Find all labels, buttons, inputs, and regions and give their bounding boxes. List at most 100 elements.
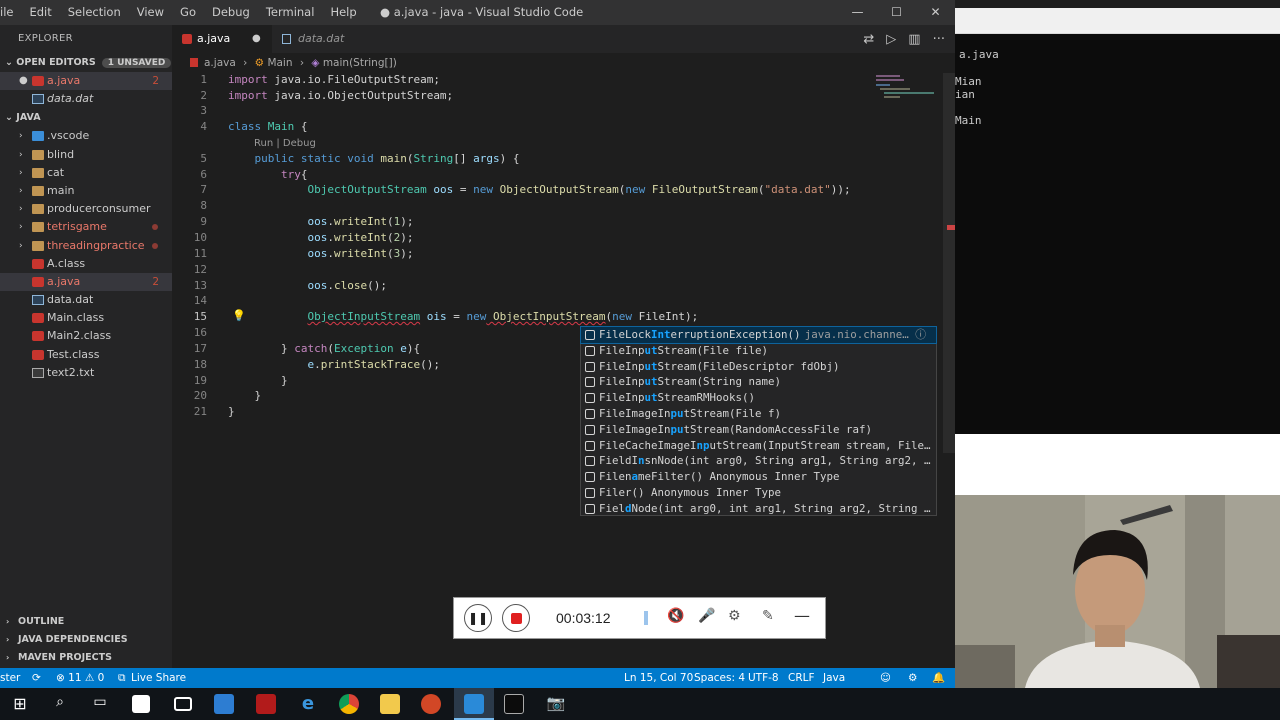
tab-data-dat[interactable]: data.dat xyxy=(272,25,370,53)
open-editors-header[interactable]: ⌄ OPEN EDITORS 1 UNSAVED xyxy=(0,53,172,72)
suggestion-item[interactable]: FileImageInputStream(File f) xyxy=(581,406,936,422)
suggestion-item[interactable]: FilenameFilter() Anonymous Inner Type xyxy=(581,469,936,485)
windows-start-icon[interactable]: ⊞ xyxy=(10,694,30,714)
run-icon[interactable]: ▷ xyxy=(886,32,896,47)
sync-icon[interactable]: ⟳ xyxy=(32,668,41,688)
tab-a-java[interactable]: a.java ● xyxy=(172,25,272,53)
menu-edit[interactable]: Edit xyxy=(21,0,59,25)
breadcrumb-class[interactable]: Main xyxy=(267,57,292,69)
suggestion-item[interactable]: FileCacheImageInputStream(InputStream st… xyxy=(581,438,936,454)
problems-indicator[interactable]: ⊗ 11 ⚠ 0 xyxy=(56,668,104,688)
task-view-icon[interactable]: ▭ xyxy=(90,694,110,714)
file-main2-class[interactable]: Main2.class xyxy=(0,327,172,345)
menu-go[interactable]: Go xyxy=(172,0,204,25)
settings-sync-icon[interactable]: ⚙ xyxy=(908,668,917,688)
file-data-dat[interactable]: data.dat xyxy=(0,291,172,309)
powerpoint-icon[interactable] xyxy=(421,694,441,714)
live-share-icon[interactable]: ⧉ xyxy=(118,668,126,688)
breadcrumb-method[interactable]: main(String[]) xyxy=(323,57,397,69)
suggestion-item[interactable]: FileInputStream(String name) xyxy=(581,374,936,390)
pause-button[interactable]: ❚❚ xyxy=(464,604,492,632)
file-text2-txt[interactable]: text2.txt xyxy=(0,364,172,382)
language-mode[interactable]: Java xyxy=(823,668,845,688)
branch-indicator[interactable]: ster xyxy=(0,668,20,688)
console-output[interactable]: a.java Mian ian Main xyxy=(955,34,1280,434)
app-grid-icon[interactable] xyxy=(214,694,234,714)
folder-icon xyxy=(32,131,44,142)
menu-view[interactable]: View xyxy=(129,0,172,25)
suggestion-match: ut xyxy=(644,343,658,357)
suggestion-item[interactable]: FileLockInterruptionException() java.nio.… xyxy=(580,326,937,344)
breadcrumb-file[interactable]: a.java xyxy=(204,57,236,69)
file-a-java[interactable]: a.java 2 xyxy=(0,272,172,292)
vscode-icon[interactable] xyxy=(464,694,484,714)
suggestion-text: Filer xyxy=(599,486,632,499)
outline-section[interactable]: › OUTLINE xyxy=(0,613,172,631)
line-ending[interactable]: CRLF xyxy=(788,668,815,688)
split-editor-icon[interactable]: ▥ xyxy=(908,32,920,47)
problem-count: 2 xyxy=(152,75,159,87)
file-main-class[interactable]: Main.class xyxy=(0,309,172,327)
java-folder-header[interactable]: ⌄ JAVA xyxy=(0,108,172,127)
code-lens-run-debug[interactable]: Run | Debug xyxy=(254,138,316,149)
editor-scrollbar[interactable] xyxy=(943,73,955,453)
folder-tetrisgame[interactable]: › tetrisgame xyxy=(0,218,172,236)
indentation[interactable]: Spaces: 4 xyxy=(694,668,745,688)
encoding[interactable]: UTF-8 xyxy=(748,668,779,688)
suggestion-item[interactable]: FileInputStream(FileDescriptor fdObj) xyxy=(581,359,936,375)
file-a-class[interactable]: A.class xyxy=(0,255,172,273)
search-icon[interactable]: ⌕ xyxy=(50,694,70,714)
microphone-icon[interactable]: 🎤 xyxy=(698,608,715,624)
folder-producerconsumer[interactable]: › producerconsumer xyxy=(0,200,172,218)
store-icon[interactable] xyxy=(132,695,150,713)
method-icon: ◈ xyxy=(311,57,320,69)
folder-vscode[interactable]: › .vscode xyxy=(0,127,172,145)
suggestion-item[interactable]: FileInputStream(File file) xyxy=(581,343,936,359)
folder-cat[interactable]: › cat xyxy=(0,164,172,182)
suggestion-item[interactable]: FileInputStreamRMHooks() xyxy=(581,390,936,406)
bell-icon[interactable]: 🔔 xyxy=(932,668,945,688)
mail-icon[interactable] xyxy=(174,697,192,711)
folder-main[interactable]: › main xyxy=(0,182,172,200)
menu-debug[interactable]: Debug xyxy=(204,0,258,25)
suggestion-item[interactable]: Filer() Anonymous Inner Type xyxy=(581,485,936,501)
unsaved-dot-icon[interactable]: ● xyxy=(252,25,261,53)
terminal-icon[interactable] xyxy=(504,694,524,714)
menu-selection[interactable]: Selection xyxy=(60,0,129,25)
pen-icon[interactable]: ✎ xyxy=(762,608,774,624)
cursor-position[interactable]: Ln 15, Col 70 xyxy=(624,668,693,688)
menu-help[interactable]: Help xyxy=(322,0,364,25)
more-icon[interactable]: ··· xyxy=(933,32,945,47)
suggestion-item[interactable]: FieldNode(int arg0, int arg1, String arg… xyxy=(581,501,936,517)
code-line-7: ObjectOutputStream oos = new ObjectOutpu… xyxy=(307,183,851,196)
file-test-class[interactable]: Test.class xyxy=(0,346,172,364)
open-editor-data-dat[interactable]: data.dat xyxy=(0,90,172,108)
line-number: 20 xyxy=(193,389,207,402)
suggestion-item[interactable]: FileImageInputStream(RandomAccessFile ra… xyxy=(581,422,936,438)
open-editor-a-java[interactable]: ● a.java 2 xyxy=(0,72,172,91)
menu-file[interactable]: ile xyxy=(0,0,21,25)
folder-threadingpractice[interactable]: › threadingpractice xyxy=(0,237,172,255)
maven-projects-section[interactable]: › MAVEN PROJECTS xyxy=(0,649,172,667)
menu-terminal[interactable]: Terminal xyxy=(258,0,323,25)
feedback-icon[interactable]: ☺ xyxy=(880,668,891,688)
camera-icon[interactable]: 📷 xyxy=(546,694,566,714)
game-app-icon[interactable] xyxy=(256,694,276,714)
chrome-icon[interactable] xyxy=(339,694,359,714)
java-dependencies-section[interactable]: › JAVA DEPENDENCIES xyxy=(0,631,172,649)
webcam-toggle-icon[interactable]: ⚙ xyxy=(728,608,741,624)
suggestion-item[interactable]: FieldInsnNode(int arg0, String arg1, Str… xyxy=(581,453,936,469)
edge-icon[interactable]: e xyxy=(298,694,318,714)
minimap[interactable] xyxy=(872,73,942,113)
compare-icon[interactable]: ⇄ xyxy=(863,32,874,47)
file-explorer-icon[interactable] xyxy=(380,694,400,714)
folder-blind[interactable]: › blind xyxy=(0,146,172,164)
minimize-recorder-icon[interactable]: — xyxy=(794,606,810,625)
live-share-button[interactable]: Live Share xyxy=(131,668,186,688)
stop-button[interactable] xyxy=(502,604,530,632)
suggestion-match: pu xyxy=(670,422,684,436)
speaker-mute-icon[interactable]: 🔇 xyxy=(667,608,684,624)
maximize-button[interactable]: ☐ xyxy=(877,0,916,25)
minimize-button[interactable]: — xyxy=(838,0,877,25)
close-button[interactable]: ✕ xyxy=(916,0,955,25)
